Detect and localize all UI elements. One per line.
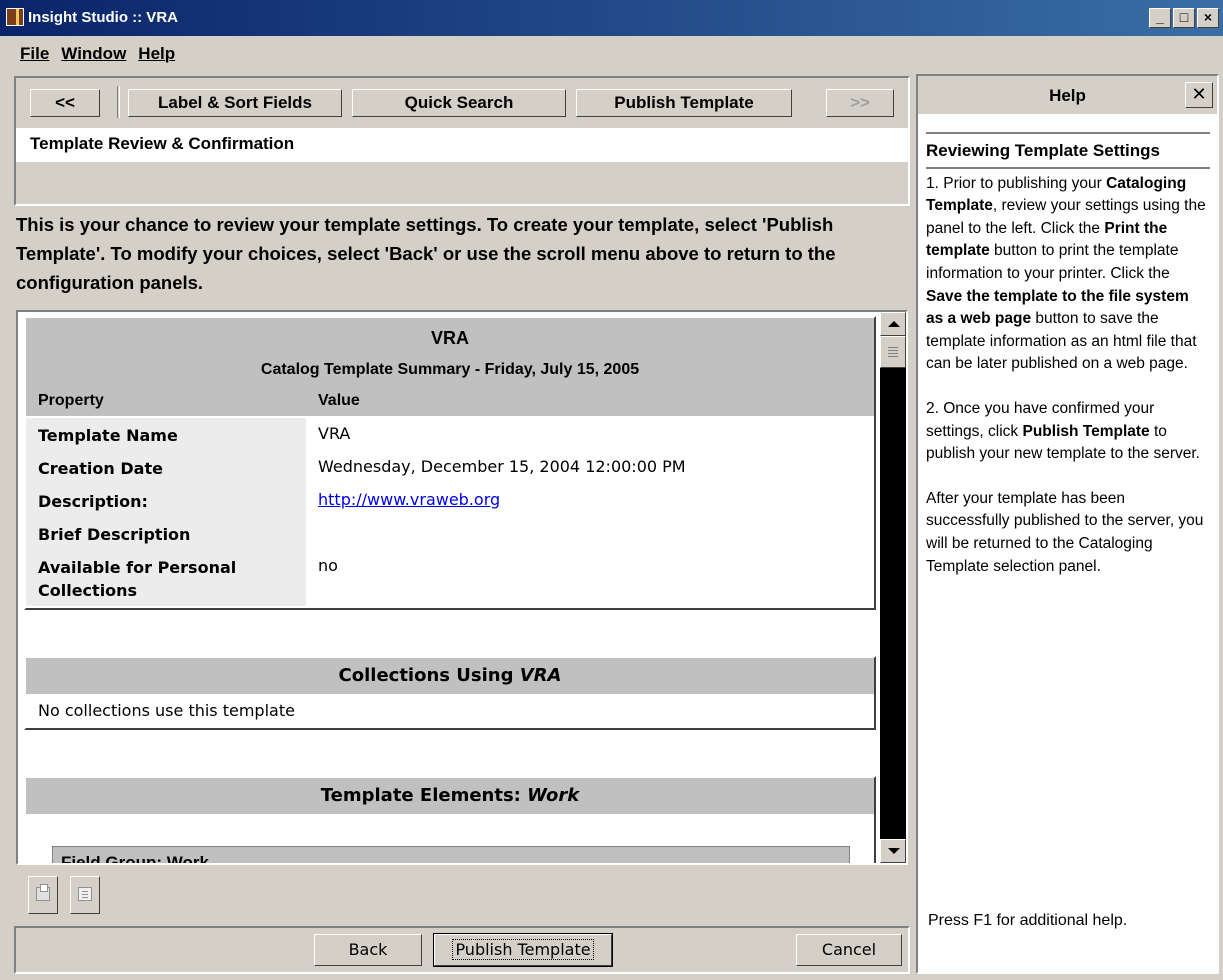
- close-help-button[interactable]: ✕: [1185, 82, 1213, 108]
- save-page-icon: [78, 887, 92, 901]
- elements-title-group: Work: [527, 785, 580, 806]
- help-paragraph-1: 1. Prior to publishing your Cataloging T…: [926, 174, 1206, 373]
- nav-forward-button[interactable]: >>: [826, 89, 894, 117]
- menu-bar: File Window Help: [0, 40, 183, 70]
- template-elements-card: Template Elements: Work Field Group: Wor…: [24, 776, 876, 863]
- print-template-button[interactable]: [28, 876, 58, 914]
- collections-title: Collections Using VRA: [26, 658, 874, 694]
- table-row: Template Name VRA: [26, 418, 874, 451]
- intro-text: This is your chance to review your templ…: [16, 214, 836, 293]
- help-content: Reviewing Template Settings 1. Prior to …: [926, 132, 1210, 600]
- help-section-title: Reviewing Template Settings: [926, 141, 1160, 160]
- property-value: Wednesday, December 15, 2004 12:00:00 PM: [318, 457, 686, 476]
- summary-title: VRA: [430, 328, 469, 348]
- property-name: Available for Personal Collections: [26, 550, 306, 606]
- minimize-button[interactable]: _: [1149, 8, 1171, 28]
- printer-icon: [36, 884, 50, 901]
- action-bar: Back Publish Template Cancel: [14, 926, 910, 974]
- menu-window[interactable]: Window: [61, 40, 134, 70]
- table-row: Description: http://www.vraweb.org: [26, 484, 874, 517]
- template-summary-card: VRA Catalog Template Summary - Friday, J…: [24, 316, 876, 610]
- summary-scroll-pane: VRA Catalog Template Summary - Friday, J…: [16, 310, 908, 865]
- wizard-nav: << Label & Sort Fields Quick Search Publ…: [14, 76, 910, 206]
- maximize-button[interactable]: □: [1173, 8, 1195, 28]
- collections-title-template: VRA: [519, 665, 562, 686]
- col-value-header: Value: [318, 392, 360, 409]
- property-name: Creation Date: [26, 451, 306, 484]
- help-title: Help: [1049, 86, 1086, 105]
- collections-card: Collections Using VRA No collections use…: [24, 656, 876, 730]
- property-name: Template Name: [26, 418, 306, 451]
- elements-title-text: Template Elements:: [320, 785, 528, 806]
- cancel-button[interactable]: Cancel: [796, 934, 902, 966]
- title-bar: Insight Studio :: VRA _ □ ×: [0, 0, 1223, 36]
- window-title: Insight Studio :: VRA: [28, 9, 178, 26]
- app-icon: [6, 8, 24, 26]
- table-row: Creation Date Wednesday, December 15, 20…: [26, 451, 874, 484]
- property-name: Brief Description: [26, 517, 306, 550]
- field-group-header: Field Group: Work: [52, 846, 850, 863]
- property-value: VRA: [318, 424, 351, 443]
- table-row: Brief Description: [26, 517, 874, 550]
- save-web-page-button[interactable]: [70, 876, 100, 914]
- divider: [926, 132, 1210, 134]
- publish-template-label: Publish Template: [452, 939, 594, 960]
- collections-body: No collections use this template: [38, 701, 295, 720]
- scroll-down-button[interactable]: [880, 839, 906, 863]
- back-button[interactable]: Back: [314, 934, 422, 966]
- col-property-header: Property: [38, 392, 104, 409]
- menu-file[interactable]: File: [20, 40, 57, 70]
- help-paragraph-3: After your template has been successfull…: [926, 489, 1204, 575]
- help-paragraph-2: 2. Once you have confirmed your settings…: [926, 399, 1200, 463]
- step-bar: Template Review & Confirmation: [16, 128, 908, 162]
- divider: [926, 166, 1210, 169]
- close-window-button[interactable]: ×: [1197, 8, 1219, 28]
- scroll-up-button[interactable]: [880, 312, 906, 336]
- tab-label-sort-fields[interactable]: Label & Sort Fields: [128, 89, 342, 117]
- tab-publish-template[interactable]: Publish Template: [576, 89, 792, 117]
- scroll-thumb[interactable]: [880, 336, 906, 368]
- menu-help[interactable]: Help: [138, 40, 183, 70]
- collections-title-text: Collections Using: [338, 665, 520, 686]
- elements-title: Template Elements: Work: [26, 778, 874, 814]
- property-value: no: [318, 556, 338, 575]
- nav-separator: [117, 86, 120, 118]
- publish-template-button[interactable]: Publish Template: [433, 933, 613, 967]
- tab-quick-search[interactable]: Quick Search: [352, 89, 566, 117]
- table-row: Available for Personal Collections no: [26, 550, 874, 606]
- help-panel: Help ✕ Reviewing Template Settings 1. Pr…: [916, 74, 1219, 974]
- help-footer: Press F1 for additional help.: [928, 912, 1128, 929]
- nav-back-button[interactable]: <<: [30, 89, 100, 117]
- description-link[interactable]: http://www.vraweb.org: [318, 490, 500, 509]
- current-step-label: Template Review & Confirmation: [30, 134, 295, 153]
- vertical-scrollbar[interactable]: [880, 312, 906, 863]
- property-name: Description:: [26, 484, 306, 517]
- summary-subtitle: Catalog Template Summary - Friday, July …: [260, 361, 640, 378]
